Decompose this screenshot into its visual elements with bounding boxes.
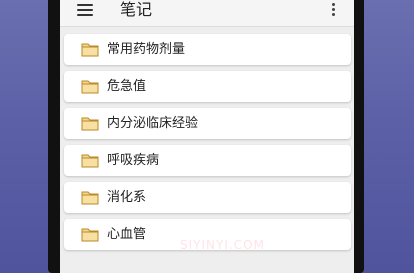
more-vertical-icon[interactable] <box>330 3 336 19</box>
list-item[interactable]: 常用药物剂量 <box>64 34 351 65</box>
folder-icon <box>81 154 99 168</box>
list-item-label: 呼吸疾病 <box>107 153 160 168</box>
hamburger-menu-icon[interactable] <box>77 4 93 16</box>
page-title: 笔记 <box>120 0 153 19</box>
list-item-label: 常用药物剂量 <box>107 42 186 57</box>
folder-icon <box>81 191 99 205</box>
folder-icon <box>81 80 99 94</box>
folder-icon <box>81 228 99 242</box>
app-bar: 笔记 <box>60 0 354 27</box>
list-item-label: 危急值 <box>107 79 147 94</box>
list-item[interactable]: 消化系 <box>64 182 351 213</box>
list-item[interactable]: 内分泌临床经验 <box>64 108 351 139</box>
list-item[interactable]: 危急值 <box>64 71 351 102</box>
list-item[interactable]: 呼吸疾病 <box>64 145 351 176</box>
list-item-label: 内分泌临床经验 <box>107 116 199 131</box>
app-screen: 笔记 常用药物剂量 危急值 内分泌临床经验 呼吸疾病 消化系 心血管 <box>60 0 354 273</box>
folder-icon <box>81 117 99 131</box>
list-item-label: 心血管 <box>107 227 147 242</box>
notes-list: 常用药物剂量 危急值 内分泌临床经验 呼吸疾病 消化系 心血管 <box>64 34 351 256</box>
folder-icon <box>81 43 99 57</box>
watermark-text: SIYINYI.COM <box>180 238 265 252</box>
list-item-label: 消化系 <box>107 190 147 205</box>
